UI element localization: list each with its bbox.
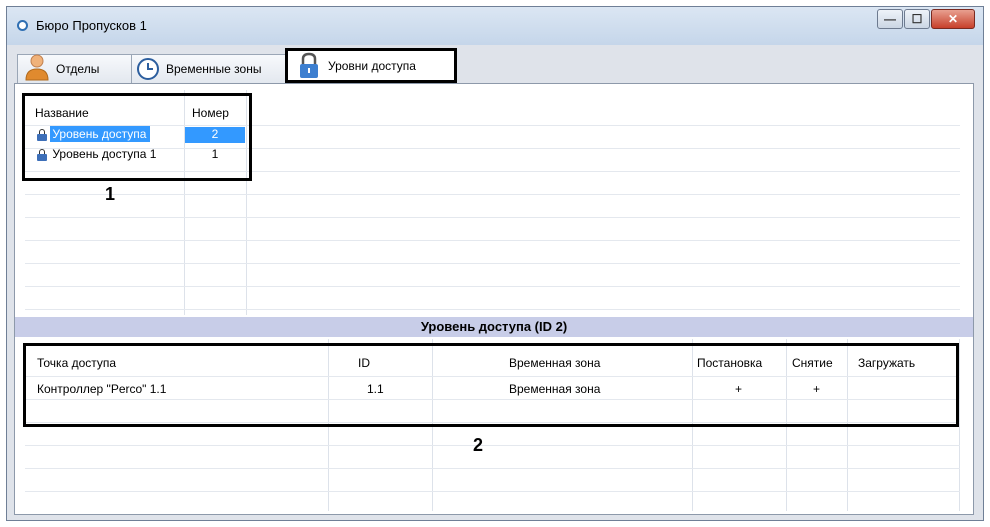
lock-icon <box>300 52 318 78</box>
tab-access-levels-label: Уровни доступа <box>328 58 416 73</box>
tab-time-zones-label: Временные зоны <box>166 62 262 76</box>
annotation-label-1: 1 <box>105 184 116 204</box>
close-button[interactable]: ✕ <box>931 9 975 29</box>
lock-icon <box>37 128 47 141</box>
level-name: Уровень доступа <box>50 126 151 142</box>
tab-departments[interactable]: Отделы <box>17 54 132 83</box>
access-point-name: Контроллер "Perco" 1.1 <box>37 382 167 396</box>
tab-time-zones[interactable]: Временные зоны <box>131 54 293 83</box>
level-name: Уровень доступа 1 <box>52 147 157 161</box>
window-title: Бюро Пропусков 1 <box>36 18 147 33</box>
maximize-button[interactable]: ☐ <box>904 9 930 29</box>
column-header-number[interactable]: Номер <box>192 106 229 120</box>
column-header-name[interactable]: Название <box>35 106 89 120</box>
disarm-cell[interactable]: + <box>813 382 820 396</box>
table-row[interactable]: Уровень доступа 1 <box>37 147 156 161</box>
column-header-time-zone[interactable]: Временная зона <box>509 356 600 370</box>
level-number[interactable]: 2 <box>185 127 245 143</box>
column-header-arm[interactable]: Постановка <box>697 356 762 370</box>
column-header-load[interactable]: Загружать <box>858 356 915 370</box>
arm-cell[interactable]: + <box>735 382 742 396</box>
content-panel: Название Номер Уровень доступа 2 Уровень… <box>14 83 974 515</box>
access-point-time-zone[interactable]: Временная зона <box>509 382 600 396</box>
column-header-access-point[interactable]: Точка доступа <box>37 356 116 370</box>
section-title: Уровень доступа (ID 2) <box>15 317 973 337</box>
access-point-id: 1.1 <box>367 382 384 396</box>
level-number[interactable]: 1 <box>185 147 245 161</box>
lock-icon <box>37 148 47 161</box>
user-icon <box>25 54 49 81</box>
tab-access-levels[interactable]: Уровни доступа <box>285 48 457 83</box>
tab-strip: Отделы Временные зоны Уровни доступа <box>9 48 984 88</box>
minimize-button[interactable]: — <box>877 9 903 29</box>
tab-departments-label: Отделы <box>56 62 100 76</box>
title-bar[interactable]: Бюро Пропусков 1 — ☐ ✕ <box>7 7 983 45</box>
table-row[interactable]: Уровень доступа <box>37 126 151 142</box>
clock-icon <box>137 58 159 80</box>
annotation-label-2: 2 <box>473 435 484 455</box>
column-header-id[interactable]: ID <box>358 356 370 370</box>
column-header-disarm[interactable]: Снятие <box>792 356 833 370</box>
app-icon <box>17 20 28 31</box>
